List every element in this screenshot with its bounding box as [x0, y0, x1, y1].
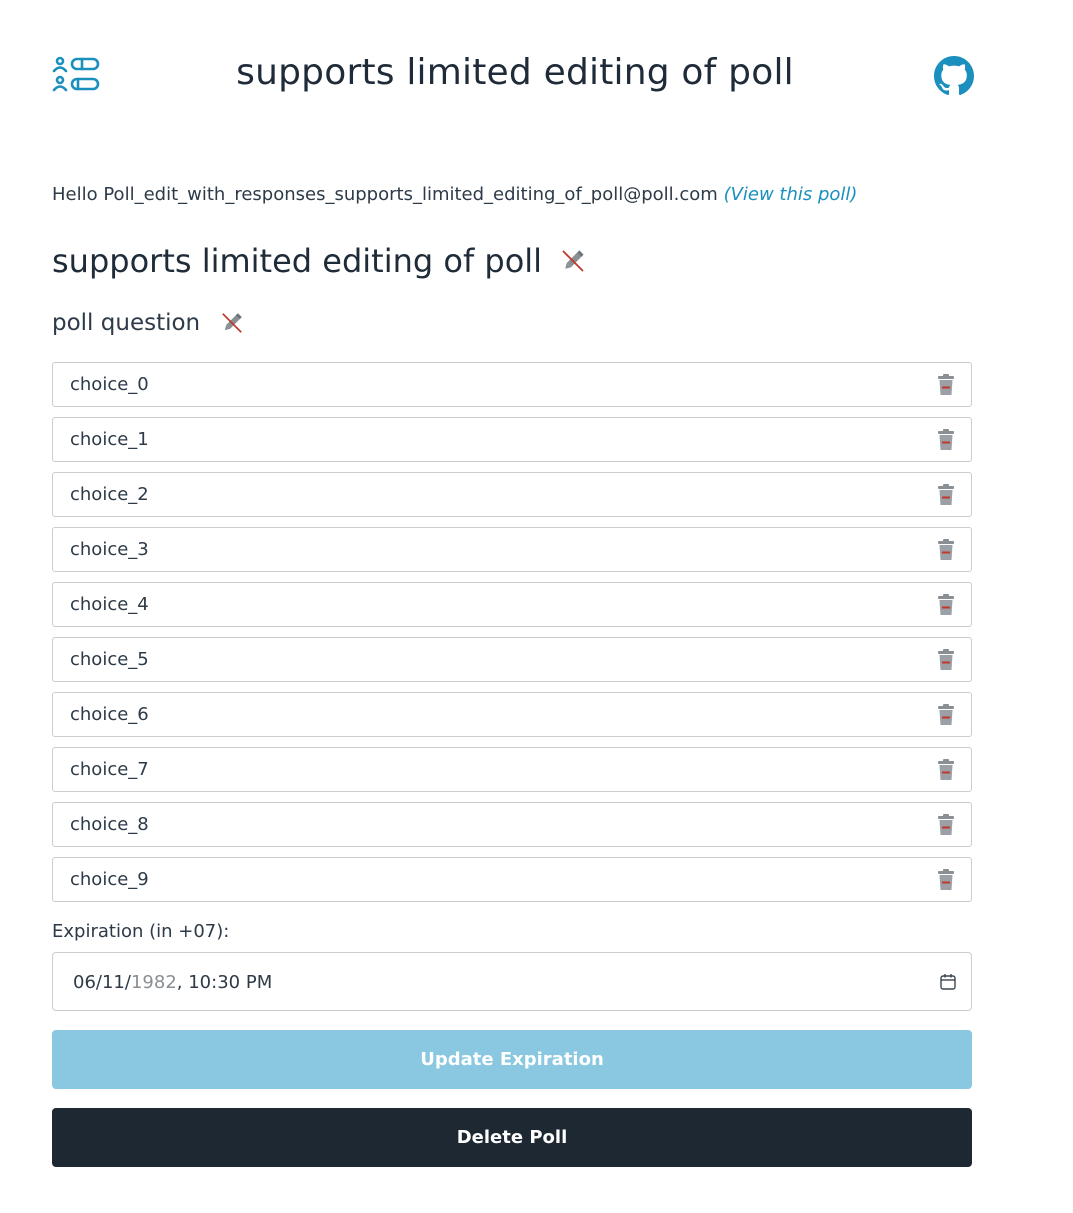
choice-label: choice_7 [70, 759, 149, 780]
choice-row[interactable]: choice_9 [52, 857, 972, 902]
edit-disabled-icon[interactable] [560, 248, 586, 274]
delete-choice-icon[interactable] [937, 759, 955, 781]
choice-label: choice_0 [70, 374, 149, 395]
expiration-year[interactable]: 1982 [131, 972, 177, 993]
page-title: supports limited editing of poll [236, 52, 794, 93]
delete-choice-icon[interactable] [937, 484, 955, 506]
choice-row[interactable]: choice_0 [52, 362, 972, 407]
expiration-value[interactable]: 06/11/1982, 10:30 PM [73, 972, 272, 993]
expiration-day[interactable]: 11 [102, 972, 125, 993]
choice-label: choice_2 [70, 484, 149, 505]
calendar-icon[interactable] [939, 973, 957, 991]
expiration-label: Expiration (in +07): [52, 921, 230, 942]
expiration-ampm[interactable]: PM [246, 972, 272, 993]
delete-poll-button[interactable]: Delete Poll [52, 1108, 972, 1167]
choice-label: choice_4 [70, 594, 149, 615]
choice-label: choice_5 [70, 649, 149, 670]
github-icon[interactable] [934, 56, 974, 96]
choice-row[interactable]: choice_6 [52, 692, 972, 737]
poll-title-row: supports limited editing of poll [52, 242, 586, 280]
view-poll-link[interactable]: (View this poll) [724, 184, 858, 205]
delete-choice-icon[interactable] [937, 814, 955, 836]
question-row: poll question [52, 310, 244, 336]
choice-label: choice_8 [70, 814, 149, 835]
poll-title: supports limited editing of poll [52, 242, 543, 280]
choice-row[interactable]: choice_8 [52, 802, 972, 847]
delete-choice-icon[interactable] [937, 539, 955, 561]
delete-choice-icon[interactable] [937, 869, 955, 891]
greeting-text: Hello Poll_edit_with_responses_supports_… [52, 184, 718, 205]
choice-row[interactable]: choice_5 [52, 637, 972, 682]
header: supports limited editing of poll [0, 0, 1073, 150]
choice-row[interactable]: choice_7 [52, 747, 972, 792]
choice-label: choice_6 [70, 704, 149, 725]
choice-row[interactable]: choice_3 [52, 527, 972, 572]
greeting: Hello Poll_edit_with_responses_supports_… [52, 184, 857, 205]
delete-choice-icon[interactable] [937, 649, 955, 671]
delete-choice-icon[interactable] [937, 374, 955, 396]
expiration-month[interactable]: 06 [73, 972, 96, 993]
expiration-input[interactable]: 06/11/1982, 10:30 PM [52, 952, 972, 1011]
poll-question: poll question [52, 310, 201, 336]
delete-choice-icon[interactable] [937, 429, 955, 451]
choice-row[interactable]: choice_2 [52, 472, 972, 517]
update-expiration-button[interactable]: Update Expiration [52, 1030, 972, 1089]
choices-list: choice_0 choice_1 choice_2 choice_3 choice_4… [52, 362, 972, 912]
edit-disabled-icon[interactable] [220, 311, 244, 335]
delete-choice-icon[interactable] [937, 594, 955, 616]
choice-row[interactable]: choice_4 [52, 582, 972, 627]
choice-label: choice_3 [70, 539, 149, 560]
expiration-time[interactable]: 10:30 [188, 972, 240, 993]
choice-label: choice_1 [70, 429, 149, 450]
choice-row[interactable]: choice_1 [52, 417, 972, 462]
delete-choice-icon[interactable] [937, 704, 955, 726]
choice-label: choice_9 [70, 869, 149, 890]
